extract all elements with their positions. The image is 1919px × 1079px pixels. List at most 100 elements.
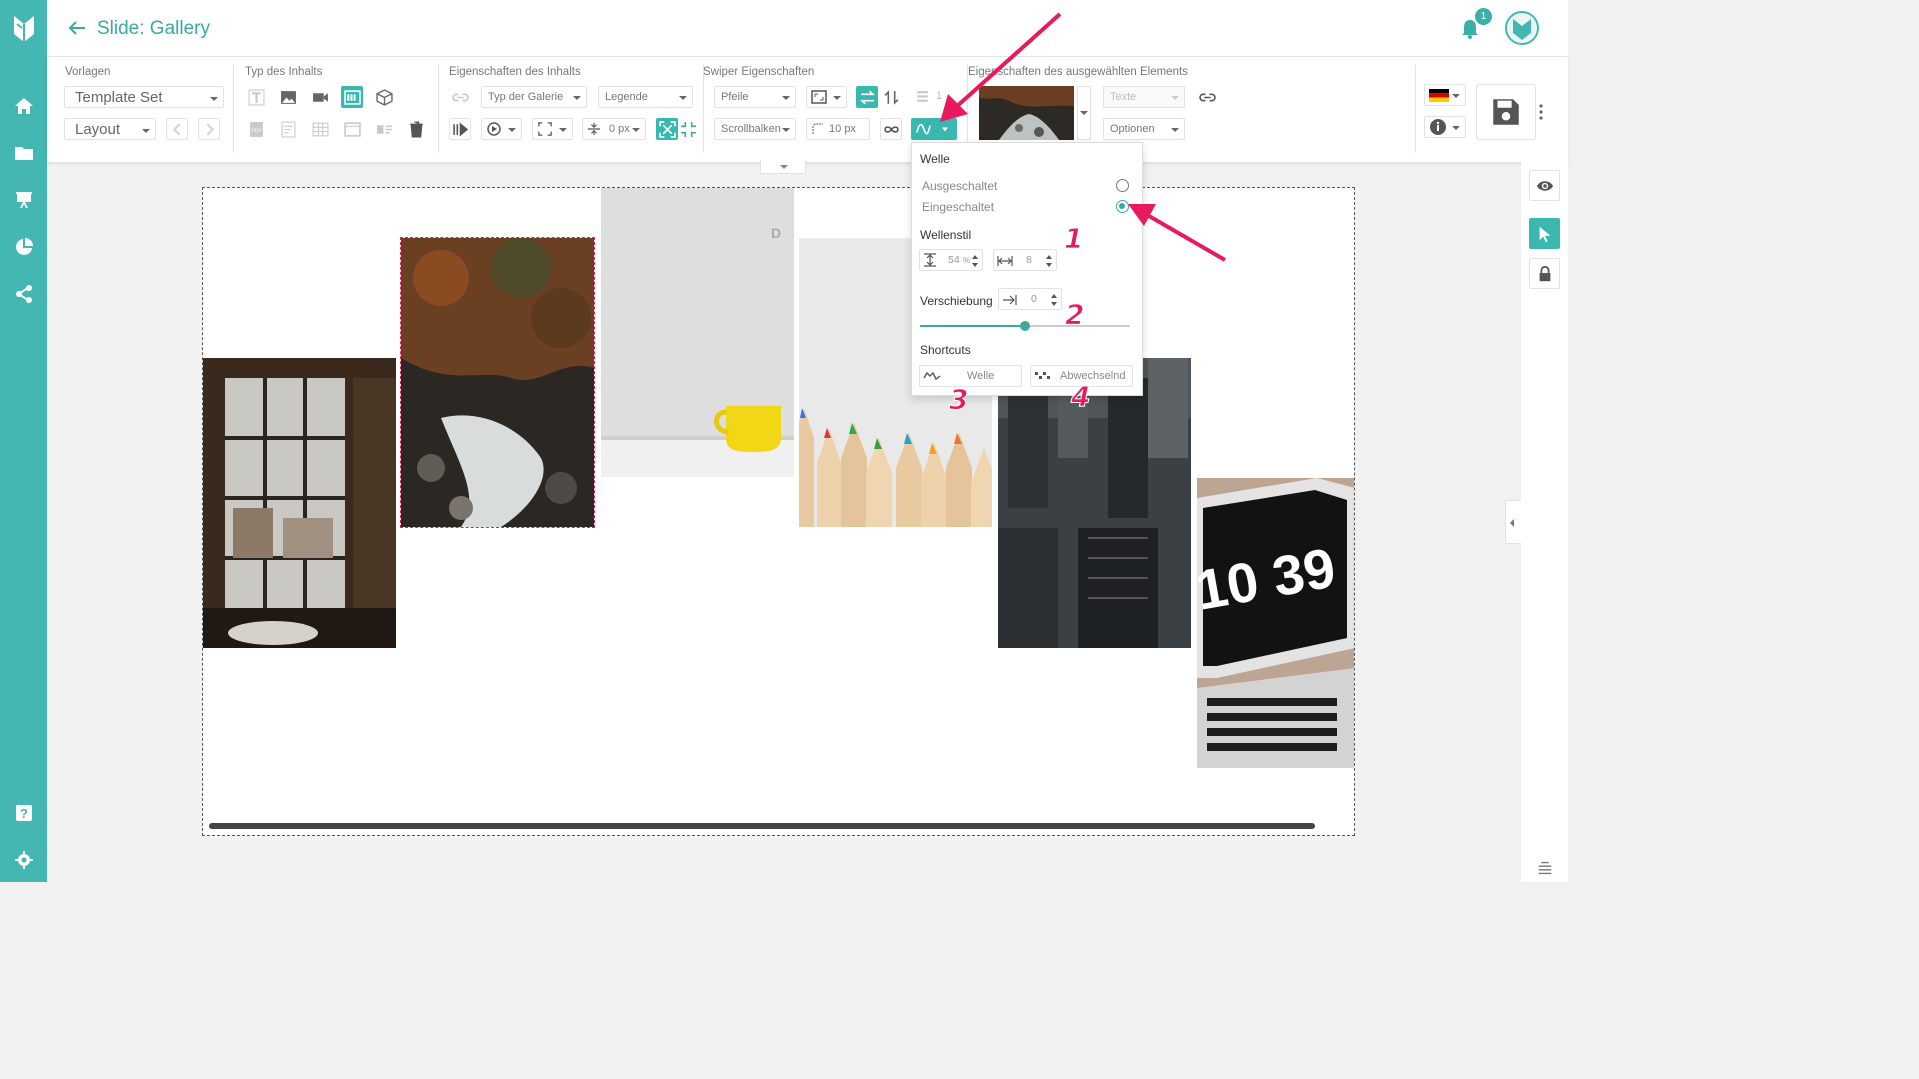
radius-unit: px (844, 123, 856, 135)
arrows-dropdown[interactable]: Pfeile (714, 86, 796, 108)
loop-icon[interactable] (880, 118, 902, 140)
wave-offset-slider[interactable] (920, 321, 1130, 331)
layout-value: Layout (75, 121, 121, 138)
delete-icon[interactable] (405, 118, 427, 140)
pie-chart-icon[interactable] (0, 232, 47, 262)
amplitude-stepper-icon[interactable] (971, 254, 979, 268)
horizontal-direction-icon[interactable] (856, 86, 878, 108)
wave-offset-field[interactable]: 0 (998, 288, 1062, 310)
wave-style-label: Wellenstil (920, 228, 972, 242)
scrollbar-dropdown[interactable]: Scrollbalken (714, 118, 796, 140)
next-layout-button[interactable] (198, 118, 220, 140)
selected-image-thumbnail[interactable] (979, 86, 1074, 140)
folder-icon[interactable] (0, 138, 47, 168)
content-type-label: Typ des Inhalts (245, 66, 323, 78)
form-type-icon[interactable] (277, 118, 299, 140)
legend-dropdown[interactable]: Legende (598, 86, 693, 108)
options-dropdown[interactable]: Optionen (1103, 118, 1185, 140)
select-tool-button[interactable] (1529, 218, 1560, 249)
language-dropdown[interactable] (1424, 84, 1466, 106)
avatar[interactable] (1505, 11, 1539, 45)
wave-off-label[interactable]: Ausgeschaltet (922, 179, 997, 193)
templates-label: Vorlagen (65, 66, 111, 78)
right-rail (1521, 162, 1568, 882)
wave-offset-label: Verschiebung (920, 294, 993, 308)
shortcut-wave-button[interactable]: Welle (919, 365, 1022, 387)
width-icon (997, 256, 1013, 266)
wave-dropdown-button[interactable] (911, 118, 957, 140)
preview-button[interactable] (1529, 170, 1560, 201)
layout-dropdown[interactable]: Layout (64, 118, 156, 140)
wave-popup-title: Welle (920, 152, 950, 166)
lock-button[interactable] (1529, 258, 1560, 289)
text-type-icon[interactable] (245, 86, 267, 108)
gallery-image-clock[interactable]: 10 39 (1191, 478, 1354, 768)
texts-dropdown[interactable]: Texte (1103, 86, 1185, 108)
wave-offset-value: 0 (1031, 293, 1037, 305)
aspect-dropdown[interactable] (806, 86, 847, 108)
alternate-shortcut-icon (1035, 372, 1050, 379)
card-type-icon[interactable] (373, 118, 395, 140)
template-set-dropdown[interactable]: Template Set (64, 86, 224, 108)
offset-stepper-icon[interactable] (1050, 293, 1058, 307)
save-button[interactable] (1476, 84, 1536, 140)
spacing-dropdown[interactable]: 0 px (582, 118, 646, 140)
gallery-type-icon[interactable] (341, 86, 363, 108)
wave-on-label[interactable]: Eingeschaltet (922, 200, 994, 214)
toolbar: Vorlagen Template Set Layout Typ des Inh… (47, 57, 1568, 162)
wave-off-radio[interactable] (1116, 179, 1129, 192)
wave-on-radio[interactable] (1116, 200, 1129, 213)
shrink-icon[interactable] (677, 118, 699, 140)
german-flag-icon (1429, 89, 1449, 102)
wave-amplitude-value: 54 (948, 254, 960, 266)
gallery-image-river[interactable] (400, 237, 595, 528)
offset-icon (1003, 295, 1017, 305)
presentation-icon[interactable] (0, 185, 47, 215)
gallery-image-city[interactable] (998, 358, 1191, 648)
header: Slide: Gallery 1 (47, 0, 1568, 57)
gallery-image-window[interactable] (203, 358, 396, 648)
corner-radius-field[interactable]: 10 px (806, 118, 870, 140)
gallery-scrollbar[interactable] (209, 823, 1315, 829)
link-icon[interactable] (449, 86, 471, 108)
video-type-icon[interactable] (309, 86, 331, 108)
help-icon[interactable]: ? (0, 798, 47, 828)
fullscreen-dropdown[interactable] (532, 118, 573, 140)
frame-type-icon[interactable] (341, 118, 363, 140)
3d-type-icon[interactable] (373, 86, 395, 108)
autoplay-icon (487, 122, 501, 136)
right-panel-toggle[interactable] (1505, 500, 1521, 544)
wave-amplitude-field[interactable]: 54% (919, 249, 983, 271)
info-dropdown[interactable] (1424, 116, 1466, 138)
slideshow-icon[interactable] (449, 118, 471, 140)
slider-knob[interactable] (1020, 321, 1030, 331)
table-type-icon[interactable] (309, 118, 331, 140)
vertical-direction-icon[interactable] (880, 86, 902, 108)
autoplay-dropdown[interactable] (481, 118, 522, 140)
wave-count-field[interactable]: 8 (993, 249, 1057, 271)
count-stepper-icon[interactable] (1045, 254, 1053, 268)
gallery-image-cup[interactable]: D E (601, 188, 802, 477)
expand-icon[interactable] (656, 118, 678, 140)
settings-icon[interactable] (0, 845, 47, 875)
prev-layout-button[interactable] (166, 118, 188, 140)
element-link-icon[interactable] (1196, 86, 1218, 108)
align-menu-button[interactable] (1529, 852, 1560, 883)
home-icon[interactable] (0, 91, 47, 121)
cursor-icon (1539, 226, 1550, 242)
gallery-canvas[interactable]: D E 10 39 (202, 187, 1355, 836)
radius-value: 10 (829, 123, 842, 135)
fullscreen-icon (538, 122, 552, 136)
more-options-icon[interactable] (1538, 102, 1544, 122)
share-icon[interactable] (0, 279, 47, 309)
back-arrow-icon[interactable] (67, 18, 87, 38)
arrows-value: Pfeile (721, 91, 749, 103)
logo-icon[interactable] (0, 0, 47, 57)
pdf-type-icon[interactable]: PDF (245, 118, 267, 140)
gallery-type-dropdown[interactable]: Typ der Galerie (481, 86, 587, 108)
pages-icon[interactable] (911, 86, 933, 108)
image-type-icon[interactable] (277, 86, 299, 108)
template-set-value: Template Set (75, 89, 163, 106)
toolbar-collapse-tab[interactable] (760, 160, 806, 174)
thumbnail-dropdown[interactable] (1077, 86, 1091, 140)
